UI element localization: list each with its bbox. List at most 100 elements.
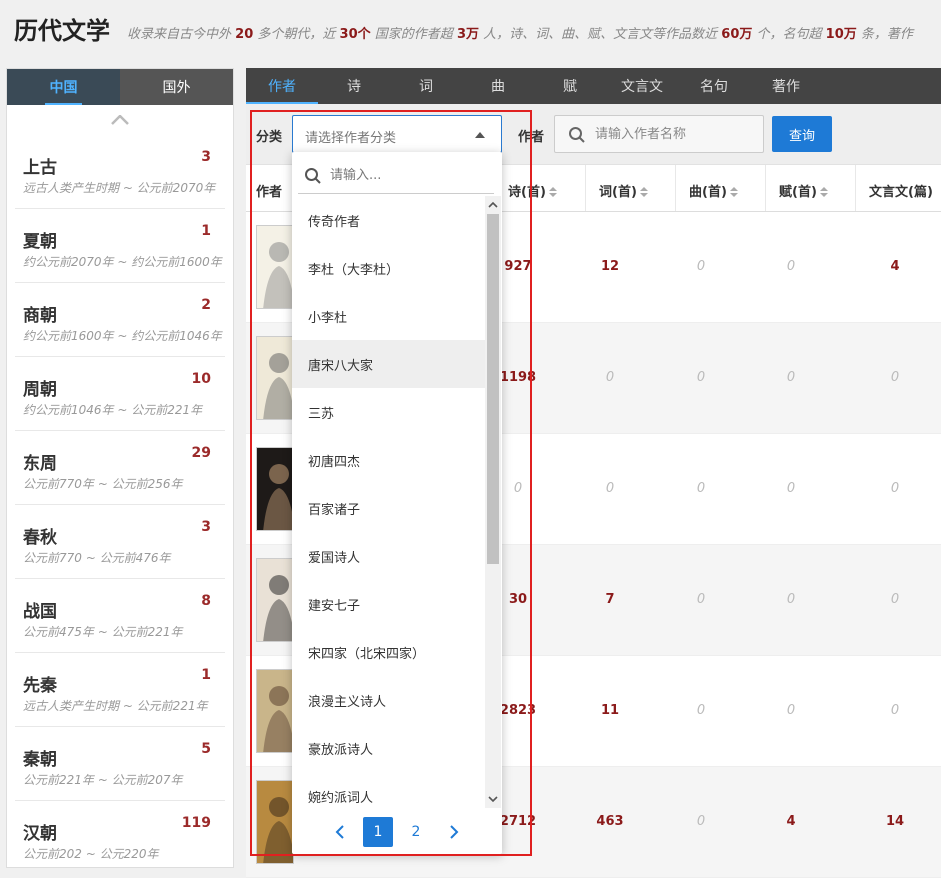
author-portrait[interactable] [256, 558, 294, 642]
category-option[interactable]: 豪放派诗人 [292, 724, 485, 772]
count-wyw: 0 [890, 703, 900, 718]
era-author-count: 3 [201, 149, 211, 165]
portrait-image [263, 797, 293, 863]
author-portrait[interactable] [256, 669, 294, 753]
dropdown-search-input[interactable] [330, 158, 490, 192]
era-name: 周朝 [23, 380, 57, 400]
scroll-down-arrow-icon[interactable] [488, 796, 498, 803]
author-portrait[interactable] [256, 336, 294, 420]
dropdown-search-box[interactable] [298, 158, 494, 194]
category-option[interactable]: 三苏 [292, 388, 485, 436]
era-date-range: 公元前221年 ~ 公元前207年 [23, 773, 183, 787]
desc-text: 国家的作者超 [374, 27, 453, 42]
era-item[interactable]: 东周 29 公元前770年 ~ 公元前256年 [15, 431, 225, 505]
desc-text: 收录来自古今中外 [127, 27, 232, 42]
era-item[interactable]: 春秋 3 公元前770 ~ 公元前476年 [15, 505, 225, 579]
author-portrait[interactable] [256, 225, 294, 309]
era-item[interactable]: 夏朝 1 约公元前2070年 ~ 约公元前1600年 [15, 209, 225, 283]
desc-number: 60万 [721, 27, 753, 42]
category-option[interactable]: 唐宋八大家 [292, 340, 485, 388]
era-item[interactable]: 商朝 2 约公元前1600年 ~ 约公元前1046年 [15, 283, 225, 357]
category-option[interactable]: 百家诸子 [292, 484, 485, 532]
tab-0[interactable]: 作者 [246, 68, 318, 104]
desc-text: 多个朝代，近 [257, 27, 336, 42]
count-fu: 4 [786, 814, 796, 829]
tab-6[interactable]: 名句 [678, 68, 750, 104]
count-qu: 0 [696, 481, 706, 496]
category-option[interactable]: 浪漫主义诗人 [292, 676, 485, 724]
header-ci[interactable]: 词(首) [599, 181, 648, 200]
era-date-range: 远古人类产生时期 ~ 公元前221年 [23, 699, 208, 713]
count-poem: 2712 [499, 814, 537, 829]
author-search-box[interactable] [554, 115, 764, 153]
dropdown-scrollbar[interactable] [485, 196, 501, 808]
query-button[interactable]: 查询 [772, 116, 832, 152]
era-date-range: 远古人类产生时期 ~ 公元前2070年 [23, 181, 216, 195]
author-portrait[interactable] [256, 447, 294, 531]
column-divider [855, 165, 856, 211]
count-poem: 0 [513, 481, 523, 496]
category-option[interactable]: 婉约派词人 [292, 772, 485, 808]
tab-7[interactable]: 著作 [750, 68, 822, 104]
region-tabs: 中国 国外 [7, 69, 233, 105]
author-input[interactable] [595, 116, 761, 152]
tab-china[interactable]: 中国 [7, 69, 120, 105]
count-wyw: 0 [890, 370, 900, 385]
era-author-count: 29 [191, 445, 211, 461]
era-item[interactable]: 战国 8 公元前475年 ~ 公元前221年 [15, 579, 225, 653]
header-wenyanwen[interactable]: 文言文(篇) [869, 181, 933, 200]
era-date-range: 约公元前1600年 ~ 约公元前1046年 [23, 329, 222, 343]
sort-icon [548, 187, 557, 197]
site-title[interactable]: 历代文学 [14, 11, 110, 46]
era-item[interactable]: 先秦 1 远古人类产生时期 ~ 公元前221年 [15, 653, 225, 727]
column-divider [675, 165, 676, 211]
header-fu[interactable]: 赋(首) [779, 181, 828, 200]
tab-foreign[interactable]: 国外 [120, 69, 233, 105]
era-date-range: 公元前475年 ~ 公元前221年 [23, 625, 183, 639]
desc-text: 条，著作 [860, 27, 913, 42]
scrollbar-thumb[interactable] [487, 214, 499, 564]
tab-1[interactable]: 诗 [318, 68, 390, 104]
count-fu: 0 [786, 481, 796, 496]
desc-number: 30个 [339, 27, 371, 42]
tab-2[interactable]: 词 [390, 68, 462, 104]
tab-5[interactable]: 文言文 [606, 68, 678, 104]
prev-page-icon[interactable] [325, 817, 355, 847]
desc-text: 个，名句超 [756, 27, 822, 42]
header-poem[interactable]: 诗(首) [508, 181, 557, 200]
era-item[interactable]: 上古 3 远古人类产生时期 ~ 公元前2070年 [15, 135, 225, 209]
portrait-image [263, 353, 293, 419]
era-item[interactable]: 汉朝 119 公元前202 ~ 公元220年 [15, 801, 225, 867]
category-option[interactable]: 李杜（大李杜） [292, 244, 485, 292]
page-number-button[interactable]: 1 [363, 817, 393, 847]
header-qu-label: 曲(首) [689, 185, 727, 200]
sort-icon [639, 187, 648, 197]
era-item[interactable]: 周朝 10 约公元前1046年 ~ 公元前221年 [15, 357, 225, 431]
era-item[interactable]: 秦朝 5 公元前221年 ~ 公元前207年 [15, 727, 225, 801]
content-tabs: 作者诗词曲赋文言文 名句 著作 [246, 68, 941, 104]
scroll-up-arrow-icon[interactable] [488, 201, 498, 208]
next-page-icon[interactable] [439, 817, 469, 847]
caret-up-icon [475, 132, 485, 138]
tab-4[interactable]: 赋 [534, 68, 606, 104]
category-option[interactable]: 建安七子 [292, 580, 485, 628]
era-date-range: 公元前770年 ~ 公元前256年 [23, 477, 183, 491]
category-select[interactable]: 请选择作者分类 [292, 115, 502, 153]
scroll-up-button[interactable] [7, 105, 233, 135]
era-author-count: 10 [191, 371, 211, 387]
era-name: 夏朝 [23, 232, 57, 252]
count-poem: 30 [508, 592, 528, 607]
era-author-count: 3 [201, 519, 211, 535]
category-option[interactable]: 传奇作者 [292, 196, 485, 244]
category-option[interactable]: 初唐四杰 [292, 436, 485, 484]
category-label: 分类 [256, 130, 283, 145]
tab-3[interactable]: 曲 [462, 68, 534, 104]
site-description: 收录来自古今中外 20 多个朝代，近 30个 国家的作者超 3万 人，诗、词、曲… [127, 23, 913, 42]
author-portrait[interactable] [256, 780, 294, 864]
category-option[interactable]: 爱国诗人 [292, 532, 485, 580]
header-qu[interactable]: 曲(首) [689, 181, 738, 200]
category-option[interactable]: 宋四家（北宋四家） [292, 628, 485, 676]
sort-icon [729, 187, 738, 197]
page-number-button[interactable]: 2 [401, 817, 431, 847]
category-option[interactable]: 小李杜 [292, 292, 485, 340]
